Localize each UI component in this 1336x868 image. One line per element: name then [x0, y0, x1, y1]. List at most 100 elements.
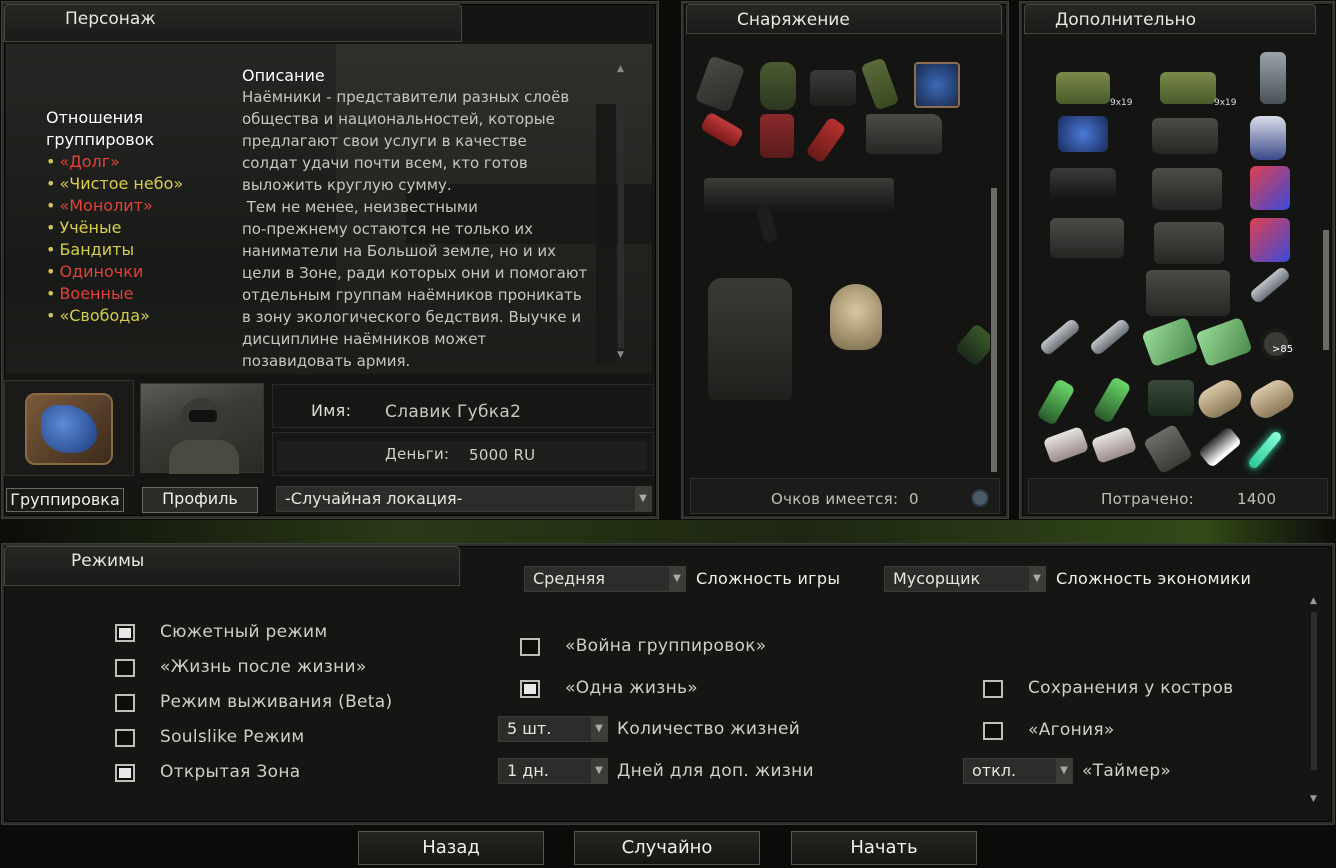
- random-button[interactable]: Случайно: [574, 831, 760, 865]
- campfire-save-label: Сохранения у костров: [1028, 678, 1234, 698]
- economy-select[interactable]: Мусорщик ▼: [884, 566, 1046, 592]
- faction-item: • «Чистое небо»: [46, 173, 236, 195]
- vodka-item[interactable]: [1092, 375, 1132, 425]
- name-label: Имя:: [311, 401, 352, 420]
- bullet-icon: •: [46, 284, 56, 303]
- tab-equipment: Снаряжение: [686, 4, 1002, 34]
- tab-character: Персонаж: [4, 4, 462, 42]
- energy-drink-item[interactable]: [1250, 166, 1290, 210]
- water-bottle-item[interactable]: [1260, 52, 1286, 104]
- bandage-item[interactable]: [1090, 425, 1138, 465]
- detector-item[interactable]: [1142, 423, 1194, 475]
- bread-item[interactable]: [1245, 375, 1299, 423]
- money-label: Деньги:: [385, 445, 450, 463]
- syringe-item[interactable]: [1088, 317, 1132, 357]
- lives-select[interactable]: 5 шт. ▼: [498, 716, 608, 742]
- pda-item[interactable]: [694, 55, 746, 113]
- armor-item[interactable]: [708, 278, 792, 400]
- pouch-item[interactable]: [1148, 380, 1194, 416]
- flask-item[interactable]: [760, 62, 796, 110]
- description-line: солдат удачи почти всем, кто готов: [242, 154, 528, 172]
- vodka-item[interactable]: [1036, 377, 1076, 427]
- syringe-item[interactable]: [1248, 265, 1292, 305]
- points-value: 0: [909, 490, 919, 508]
- life-after-checkbox[interactable]: [115, 659, 135, 677]
- faction-name: Бандиты: [59, 240, 135, 259]
- extra-tab-label: Дополнительно: [1055, 10, 1196, 30]
- description-scrollbar[interactable]: ▲ ▼: [617, 64, 625, 362]
- modes-scrollbar[interactable]: ▲ ▼: [1310, 596, 1318, 808]
- description-line: Наёмники - представители разных слоёв: [242, 88, 570, 106]
- pills-item[interactable]: [1250, 116, 1286, 160]
- flashlight-item[interactable]: [1197, 425, 1243, 469]
- faction-war-checkbox[interactable]: [520, 638, 540, 656]
- story-mode-label: Сюжетный режим: [160, 622, 328, 642]
- economy-label: Сложность экономики: [1056, 569, 1252, 588]
- chevron-down-icon: ▼: [1056, 759, 1072, 783]
- days-value: 1 дн.: [507, 761, 549, 780]
- description-text: Наёмники - представители разных слоёв общ…: [242, 86, 620, 372]
- helmet-item[interactable]: [830, 284, 882, 350]
- binoculars-item[interactable]: [1050, 168, 1116, 202]
- story-mode-checkbox[interactable]: [115, 624, 135, 642]
- patch-item[interactable]: [914, 62, 960, 108]
- pills-strip-item[interactable]: [1195, 316, 1253, 368]
- equipment-scrollbar[interactable]: [990, 48, 998, 472]
- agony-label: «Агония»: [1028, 720, 1115, 740]
- timer-select[interactable]: откл. ▼: [963, 758, 1073, 784]
- pistol-item[interactable]: [1050, 218, 1124, 258]
- one-life-checkbox[interactable]: [520, 680, 540, 698]
- agony-checkbox[interactable]: [983, 722, 1003, 740]
- character-tab-label: Персонаж: [65, 9, 156, 29]
- difficulty-select[interactable]: Средняя ▼: [524, 566, 686, 592]
- name-value[interactable]: Славик Губка2: [385, 402, 521, 422]
- stove-item[interactable]: [1058, 116, 1108, 152]
- faction-item: • Военные: [46, 283, 236, 305]
- location-select[interactable]: -Случайная локация- ▼: [276, 486, 652, 512]
- faction-name: «Долг»: [59, 152, 120, 171]
- chevron-down-icon: ▼: [1029, 567, 1045, 591]
- pills-strip-item[interactable]: [1141, 316, 1199, 368]
- syringe-item[interactable]: [1038, 317, 1082, 357]
- glowstick-item[interactable]: [1247, 429, 1283, 471]
- bread-item[interactable]: [1193, 375, 1247, 423]
- smg-item[interactable]: [704, 178, 894, 212]
- tab-extra: Дополнительно: [1024, 4, 1316, 34]
- case-item[interactable]: [810, 70, 856, 106]
- bottle-item[interactable]: [805, 116, 847, 164]
- equipment-tab-label: Снаряжение: [737, 10, 850, 30]
- start-button[interactable]: Начать: [791, 831, 977, 865]
- survival-label: Режим выживания (Beta): [160, 692, 393, 712]
- spent-label: Потрачено:: [1101, 490, 1195, 508]
- campfire-save-checkbox[interactable]: [983, 680, 1003, 698]
- pistol-item[interactable]: [866, 114, 942, 154]
- timer-label: «Таймер»: [1082, 761, 1172, 781]
- description-line: цели в Зоне, ради которых они и помогают: [242, 264, 588, 282]
- open-zone-checkbox[interactable]: [115, 764, 135, 782]
- survival-checkbox[interactable]: [115, 694, 135, 712]
- timer-value: откл.: [972, 761, 1017, 780]
- ammo-box-item[interactable]: [1160, 72, 1216, 104]
- faction-name: Учёные: [59, 218, 122, 237]
- strap-item[interactable]: [860, 57, 900, 111]
- extra-scrollbar[interactable]: [1322, 48, 1330, 472]
- can-item[interactable]: [760, 114, 794, 158]
- smg-item[interactable]: [1146, 270, 1230, 316]
- pistol-item[interactable]: [1154, 222, 1224, 264]
- pistol-item[interactable]: [1152, 168, 1222, 210]
- faction-button[interactable]: Группировка: [6, 488, 124, 512]
- description-line: по-прежнему остаются не только их: [242, 220, 533, 238]
- soulslike-checkbox[interactable]: [115, 729, 135, 747]
- energy-drink-item[interactable]: [1250, 218, 1290, 262]
- profile-button[interactable]: Профиль: [142, 487, 258, 513]
- bullet-icon: •: [46, 262, 56, 281]
- money-row: Деньги: 5000 RU: [272, 432, 654, 476]
- back-button[interactable]: Назад: [358, 831, 544, 865]
- bandage-item[interactable]: [1042, 425, 1090, 465]
- ammo-box-item[interactable]: [1056, 72, 1110, 104]
- knife-item[interactable]: [699, 111, 745, 149]
- lives-label: Количество жизней: [617, 719, 801, 739]
- days-select[interactable]: 1 дн. ▼: [498, 758, 608, 784]
- pistol-item[interactable]: [1152, 118, 1218, 154]
- bullet-icon: •: [46, 240, 56, 259]
